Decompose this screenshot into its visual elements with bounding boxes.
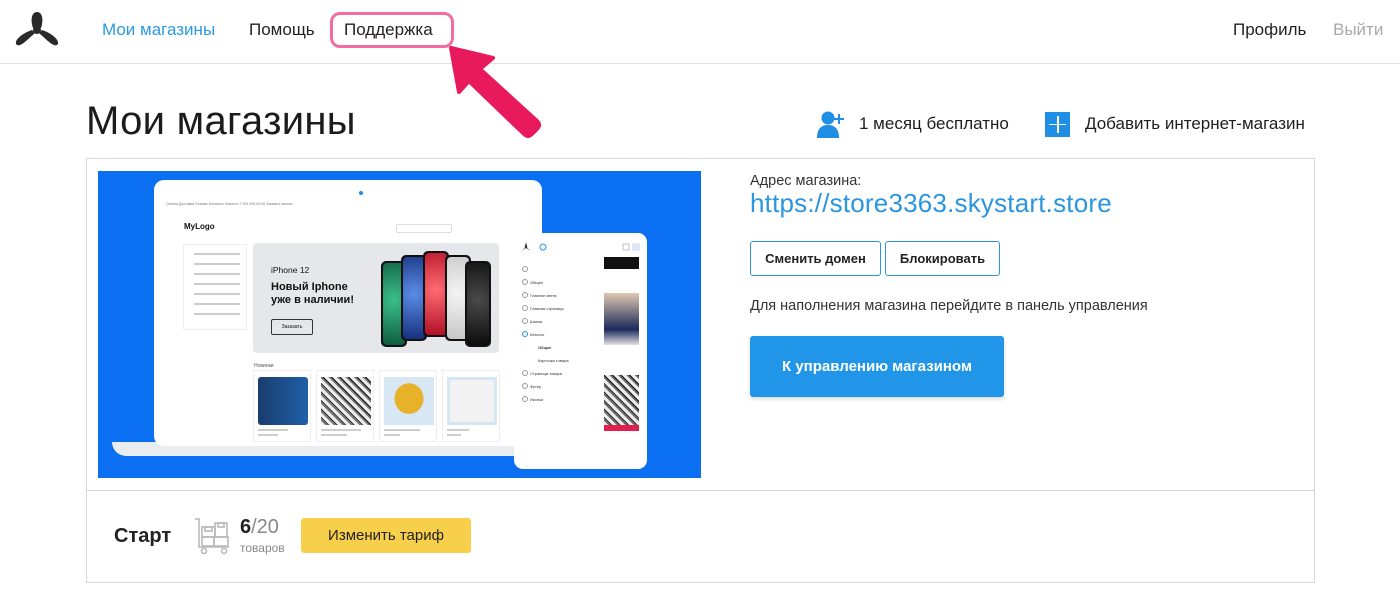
- preview-topbar: Оплата Доставка Отзывы Контакты Новости …: [166, 202, 293, 206]
- preview-banner-label: iPhone 12: [271, 265, 310, 275]
- nav-logout[interactable]: Выйти: [1333, 20, 1383, 40]
- free-month-promo[interactable]: 1 месяц бесплатно: [817, 108, 1009, 140]
- pointer-arrow-icon: [449, 46, 541, 138]
- goods-boxes-icon: [195, 518, 229, 555]
- preview-banner-button: Заказать: [271, 319, 313, 335]
- change-tariff-button[interactable]: Изменить тариф: [301, 518, 471, 553]
- add-store-label: Добавить интернет-магазин: [1085, 114, 1305, 133]
- laptop-mockup: Оплата Доставка Отзывы Контакты Новости …: [154, 180, 542, 446]
- preview-sidebar: [183, 244, 247, 330]
- change-domain-button[interactable]: Сменить домен: [750, 241, 881, 276]
- admin-panel-hint: Для наполнения магазина перейдите в пане…: [750, 298, 1148, 314]
- preview-product: [442, 370, 500, 442]
- goods-limit: /20: [251, 516, 279, 538]
- nav-my-stores[interactable]: Мои магазины: [102, 20, 215, 40]
- mobile-menu-item: Общее: [530, 280, 544, 285]
- top-navigation: Мои магазины Помощь Поддержка Профиль Вы…: [0, 0, 1400, 64]
- store-address-link[interactable]: https://store3363.skystart.store: [750, 188, 1112, 219]
- goods-count: 6/20: [240, 516, 279, 539]
- preview-banner: iPhone 12 Новый Iphone уже в наличии! За…: [253, 243, 499, 353]
- tariff-plan-name: Старт: [114, 525, 172, 547]
- mobile-menu-item: Иконки: [530, 397, 544, 402]
- store-preview[interactable]: Оплата Доставка Отзывы Контакты Новости …: [98, 171, 701, 478]
- mobile-menu-item: Страница товара: [530, 371, 563, 376]
- mobile-menu-item: Общее: [538, 345, 552, 350]
- mobile-mockup: Общее Главное меню Главная страница Шапк…: [514, 233, 647, 469]
- preview-product: [253, 370, 311, 442]
- preview-logo: MyLogo: [184, 222, 215, 231]
- manage-store-button[interactable]: К управлению магазином: [750, 336, 1004, 397]
- preview-product: [316, 370, 374, 442]
- store-address-label: Адрес магазина:: [750, 173, 862, 189]
- preview-product: [379, 370, 437, 442]
- mobile-menu-item: Футер: [530, 384, 542, 389]
- add-store-button[interactable]: Добавить интернет-магазин: [1045, 110, 1305, 138]
- preview-news-heading: Новинки: [254, 363, 274, 369]
- preview-banner-line1: Новый Iphone: [271, 281, 348, 293]
- nav-help[interactable]: Помощь: [249, 20, 315, 40]
- goods-unit: товаров: [240, 541, 285, 555]
- nav-support[interactable]: Поддержка: [344, 20, 433, 40]
- mobile-menu-item: Главная страница: [530, 306, 564, 311]
- nav-profile[interactable]: Профиль: [1233, 20, 1306, 40]
- mobile-menu-item: Карточка товара: [538, 358, 569, 363]
- free-month-label: 1 месяц бесплатно: [859, 114, 1009, 133]
- add-user-icon: [817, 111, 844, 138]
- mobile-menu-item: Каталог: [530, 332, 545, 337]
- block-store-button[interactable]: Блокировать: [885, 241, 1000, 276]
- mobile-menu-item: Главное меню: [530, 293, 557, 298]
- plus-icon: [1045, 111, 1070, 137]
- preview-search: [396, 224, 452, 233]
- preview-banner-line2: уже в наличии!: [271, 294, 354, 306]
- goods-current: 6: [240, 516, 252, 538]
- store-card: Оплата Доставка Отзывы Контакты Новости …: [86, 158, 1315, 583]
- mobile-menu-item: Шапка: [530, 319, 543, 324]
- page-title: Мои магазины: [86, 99, 356, 143]
- logo-icon[interactable]: [14, 9, 60, 55]
- card-divider: [87, 490, 1314, 491]
